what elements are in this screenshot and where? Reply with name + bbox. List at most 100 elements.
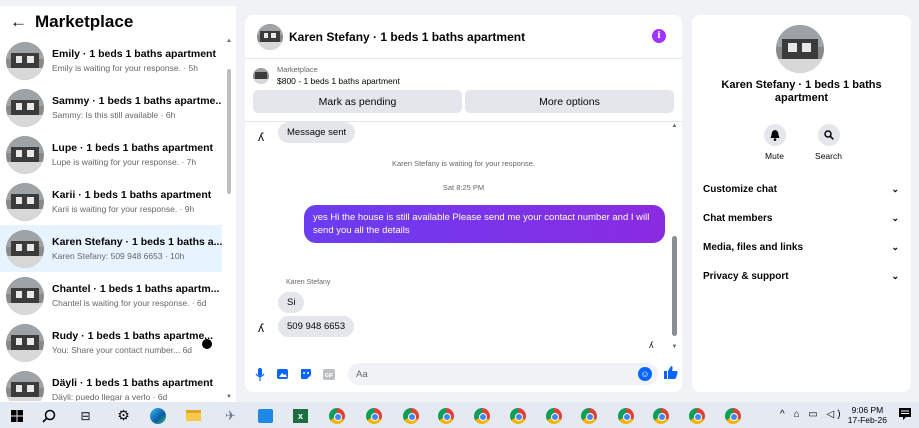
privacy-support-item[interactable]: Privacy & support ⌄ — [692, 262, 911, 291]
profile-avatar[interactable] — [776, 25, 824, 73]
thumbs-up-icon[interactable] — [664, 366, 678, 382]
waiting-notice: Karen Stefany is waiting for your respon… — [392, 159, 535, 168]
chat-scroll-thumb[interactable] — [672, 236, 677, 336]
scroll-down-icon[interactable]: ▼ — [671, 344, 678, 350]
mark-as-pending-button[interactable]: Mark as pending — [253, 90, 462, 113]
chat-header: Karen Stefany · 1 beds 1 baths apartment… — [245, 15, 682, 59]
seen-receipt-icon: ʎ — [649, 340, 654, 350]
store-icon[interactable] — [257, 407, 274, 424]
chrome-profile-icon[interactable] — [580, 407, 597, 424]
conversation-item[interactable]: Emily · 1 beds 1 baths apartment Emily is… — [0, 37, 222, 84]
conversation-item[interactable]: Chantel · 1 beds 1 baths apartm... Chante… — [0, 272, 222, 319]
chat-title[interactable]: Karen Stefany · 1 beds 1 baths apartment — [289, 30, 525, 44]
profile-title: Karen Stefany · 1 beds 1 baths apartment — [721, 79, 882, 104]
photo-icon[interactable] — [276, 367, 290, 381]
chat-members-item[interactable]: Chat members ⌄ — [692, 204, 911, 233]
conversation-item[interactable]: Rudy · 1 beds 1 baths apartme... You: Sha… — [0, 319, 222, 366]
chrome-profile-icon[interactable] — [509, 407, 526, 424]
search-button[interactable]: Search — [813, 124, 845, 161]
conversation-list: Emily · 1 beds 1 baths apartment Emily is… — [0, 37, 222, 401]
conversation-preview: Däyli: puedo llegar a verlo · 6d — [52, 392, 168, 401]
contact-avatar-icon: ʎ — [258, 130, 264, 144]
chat-panel: Karen Stefany · 1 beds 1 baths apartment… — [245, 15, 682, 392]
customize-chat-item[interactable]: Customize chat ⌄ — [692, 175, 911, 204]
conversation-title: Lupe · 1 beds 1 baths apartment — [52, 142, 214, 154]
search-icon — [817, 124, 840, 146]
clock-time: 9:06 PM — [851, 405, 884, 415]
chat-scrollbar[interactable]: ▲ ▼ — [671, 123, 678, 350]
chrome-profile-icon[interactable] — [617, 407, 634, 424]
notification-icon[interactable] — [899, 408, 911, 423]
settings-gear-icon[interactable]: ⚙ — [115, 407, 132, 424]
sidebar-scrollbar[interactable]: ▲ ▼ — [225, 34, 233, 400]
gif-icon[interactable]: GIF — [322, 367, 336, 381]
chrome-profile-icon[interactable] — [545, 407, 562, 424]
listing-thumbnail — [6, 276, 44, 315]
chrome-profile-icon[interactable] — [652, 407, 669, 424]
chrome-profile-icon[interactable] — [402, 407, 419, 424]
chat-details-panel: Karen Stefany · 1 beds 1 baths apartment… — [692, 15, 911, 392]
conversation-title: Karii · 1 beds 1 baths apartment — [52, 189, 212, 201]
media-files-links-item[interactable]: Media, files and links ⌄ — [692, 233, 911, 262]
system-tray-icons[interactable]: ^ ⌂ ▭ ◁) — [780, 409, 844, 420]
listing-price[interactable]: $800 - 1 beds 1 baths apartment — [277, 76, 400, 86]
menu-item-label: Chat members — [703, 213, 773, 224]
chat-avatar[interactable] — [257, 23, 283, 50]
chrome-profile-icon[interactable] — [724, 407, 741, 424]
conversation-title: Rudy · 1 beds 1 baths apartme... — [52, 330, 214, 342]
excel-icon[interactable]: x — [292, 407, 309, 424]
conversation-preview: Emily is waiting for your response. · 5h — [52, 63, 198, 73]
listing-thumbnail — [6, 370, 44, 401]
scroll-up-icon[interactable]: ▲ — [225, 38, 233, 44]
message-bubble-incoming: 509 948 6653 — [278, 316, 355, 337]
message-input[interactable]: Aa ☺ — [348, 363, 658, 385]
more-options-button[interactable]: More options — [465, 90, 674, 113]
conversation-item[interactable]: Sammy · 1 beds 1 baths apartme... Sammy: … — [0, 84, 222, 131]
conversation-item[interactable]: Karii · 1 beds 1 baths apartment Karii is… — [0, 178, 222, 225]
conversation-item-active[interactable]: Karen Stefany · 1 beds 1 baths a... Karen… — [0, 225, 222, 272]
conversation-title: Emily · 1 beds 1 baths apartment — [52, 48, 216, 60]
back-arrow-icon[interactable]: ← — [10, 12, 27, 32]
details-menu: Customize chat ⌄ Chat members ⌄ Media, fil… — [692, 175, 911, 291]
mute-button[interactable]: Mute — [759, 124, 791, 161]
windows-start-icon[interactable] — [8, 407, 25, 424]
sidebar-scroll-thumb[interactable] — [227, 69, 231, 194]
message-bubble-incoming: Si — [278, 292, 305, 313]
chrome-profile-icon[interactable] — [365, 407, 382, 424]
chrome-profile-icon[interactable] — [688, 407, 705, 424]
task-view-icon[interactable]: ⊟ — [77, 407, 94, 424]
chrome-icon[interactable] — [328, 407, 345, 424]
conversation-sidebar: ← Marketplace Emily · 1 beds 1 baths apa… — [0, 6, 236, 402]
app-icon[interactable]: ✈ — [222, 407, 239, 424]
menu-item-label: Privacy & support — [703, 271, 789, 282]
sender-name: Karen Stefany — [286, 279, 331, 286]
conversation-title: Karen Stefany · 1 beds 1 baths a... — [52, 236, 222, 248]
chevron-down-icon: ⌄ — [891, 184, 899, 194]
windows-taskbar: ⊟ ⚙ ✈ x ^ ⌂ ▭ ◁) 9:06 PM 17-Feb-26 — [0, 402, 919, 428]
conversation-preview: Lupe is waiting for your response. · 7h — [52, 157, 197, 167]
search-icon[interactable] — [40, 407, 57, 424]
chrome-profile-icon[interactable] — [473, 407, 490, 424]
listing-thumbnail — [6, 41, 44, 80]
sticker-icon[interactable] — [299, 367, 313, 381]
emoji-icon[interactable]: ☺ — [638, 367, 652, 381]
conversation-title: Sammy · 1 beds 1 baths apartme... — [52, 95, 222, 107]
conversation-item[interactable]: Lupe · 1 beds 1 baths apartment Lupe is w… — [0, 131, 222, 178]
conversation-preview: Karii is waiting for your response. · 9h — [52, 204, 195, 214]
scroll-down-icon[interactable]: ▼ — [225, 394, 233, 400]
message-input-placeholder: Aa — [356, 368, 368, 380]
listing-thumbnail — [253, 67, 269, 84]
chevron-down-icon: ⌄ — [891, 213, 899, 223]
message-composer: GIF Aa ☺ — [245, 356, 682, 392]
message-thread: ʎ Message sent Karen Stefany is waiting … — [245, 121, 682, 352]
microphone-icon[interactable] — [253, 367, 267, 381]
chrome-profile-icon[interactable] — [437, 407, 454, 424]
edge-icon[interactable] — [149, 407, 166, 424]
listing-thumbnail — [6, 229, 44, 268]
info-icon[interactable]: i — [652, 29, 666, 43]
file-explorer-icon[interactable] — [185, 407, 202, 424]
conversation-item[interactable]: Däyli · 1 beds 1 baths apartment Däyli: p… — [0, 366, 222, 401]
scroll-up-icon[interactable]: ▲ — [671, 123, 678, 129]
listing-thumbnail — [6, 323, 44, 362]
taskbar-clock[interactable]: 9:06 PM 17-Feb-26 — [848, 405, 887, 425]
